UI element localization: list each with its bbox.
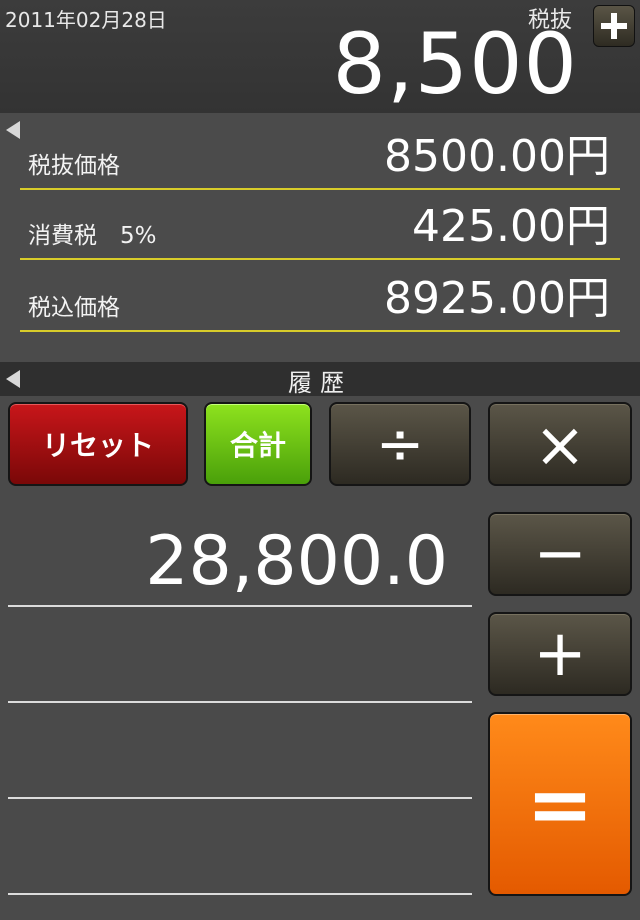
collapse-arrow-icon[interactable] [6,121,20,139]
divide-button[interactable]: ÷ [329,402,471,486]
plus-icon [601,13,627,39]
tax-row-label: 税抜価格 [28,153,120,179]
minus-button[interactable]: − [488,512,632,596]
history-title: 履歴 [288,369,352,397]
equals-button[interactable]: = [488,712,632,896]
tax-row-value: 8925.00円 [384,273,610,324]
tax-row-value: 425.00円 [412,201,610,252]
tax-panel: 税抜価格 8500.00円 消費税 5% 425.00円 税込価格 8925.0… [0,113,640,362]
reset-button[interactable]: リセット [8,402,188,486]
tax-row-label: 税込価格 [28,295,120,321]
multiply-button[interactable]: × [488,402,632,486]
tape-divider [8,797,472,799]
tape-divider [8,701,472,703]
plus-button[interactable]: + [488,612,632,696]
tape-divider [8,605,472,607]
history-bar[interactable]: 履歴 [0,362,640,397]
tax-row-included: 税込価格 8925.00円 [20,258,620,332]
tape-entry: 28,800.0 [145,522,448,601]
tape-divider [8,893,472,895]
tax-row-consumption-tax: 消費税 5% 425.00円 [20,186,620,260]
tax-row-excluded: 税抜価格 8500.00円 [20,116,620,190]
tax-row-label: 消費税 5% [28,223,157,249]
sum-button[interactable]: 合計 [204,402,312,486]
tax-row-value: 8500.00円 [384,131,610,182]
date-label: 2011年02月28日 [5,8,167,32]
add-button[interactable] [593,5,635,47]
header: 2011年02月28日 税抜 8,500 [0,0,640,113]
main-display: 8,500 [332,15,578,113]
